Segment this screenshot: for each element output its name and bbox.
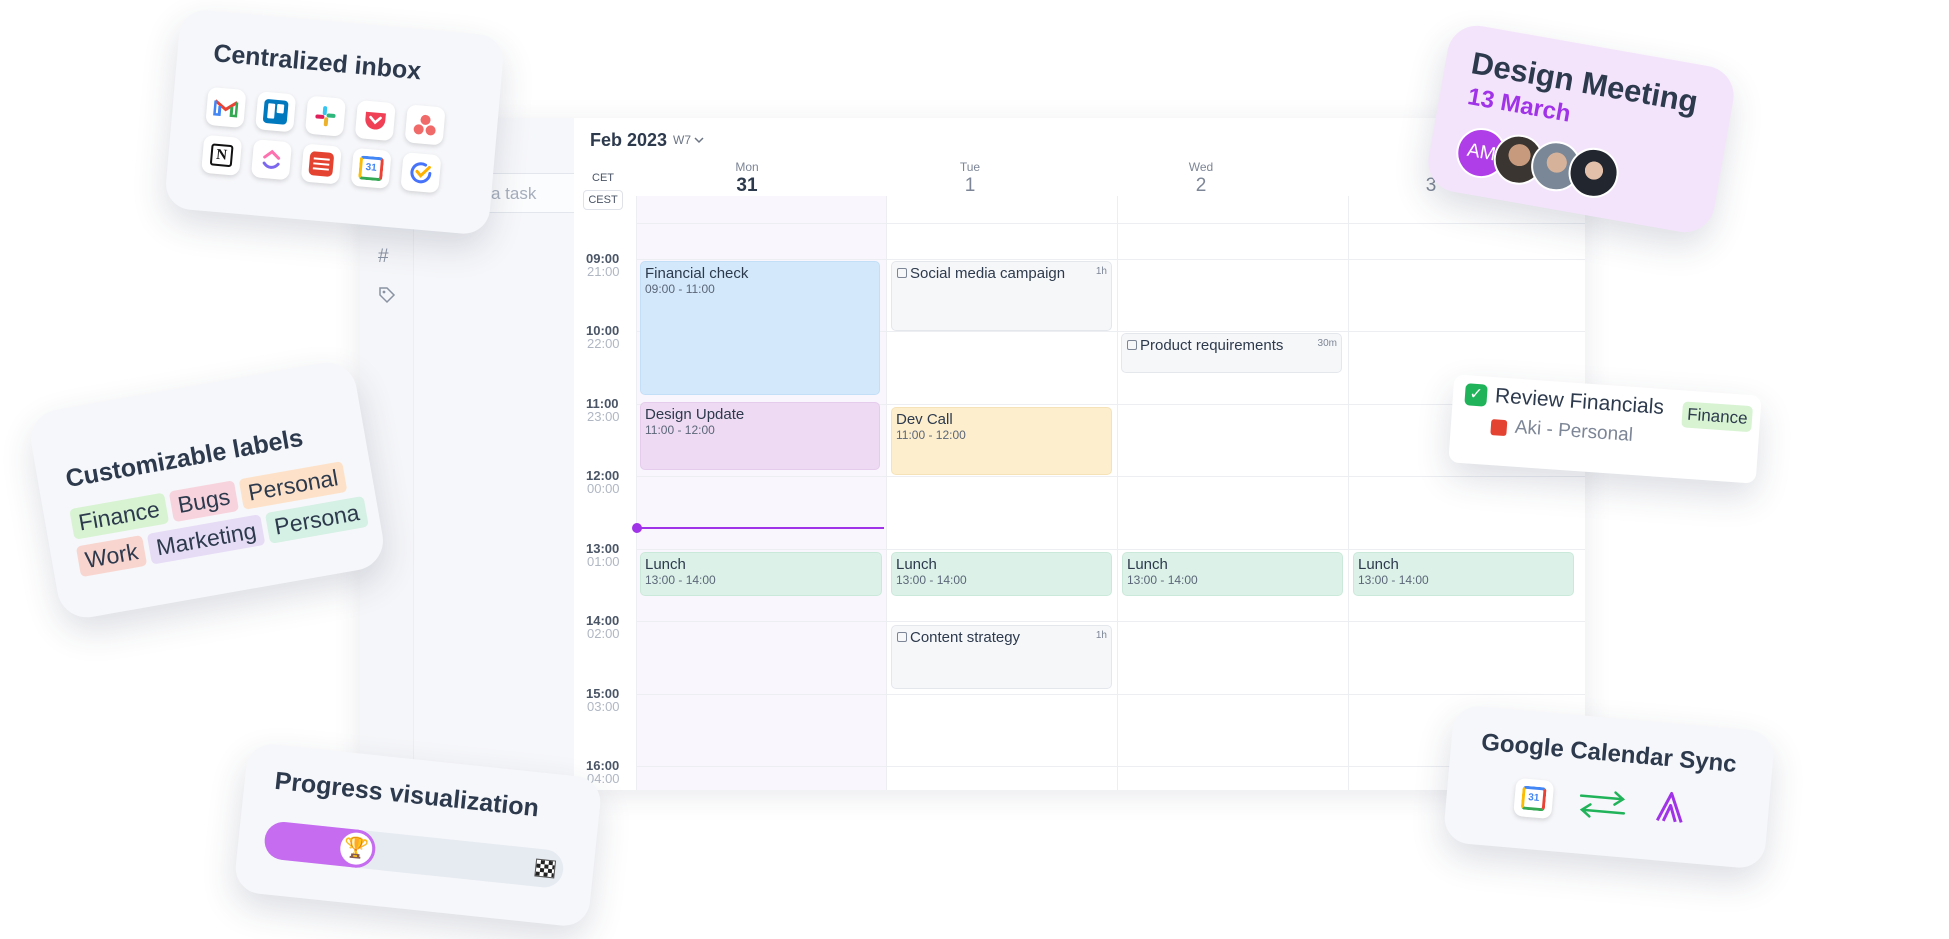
event-lunch[interactable]: Lunch 13:00 - 14:00 [1122,552,1343,596]
task-duration: 30m [1317,338,1337,349]
chevron-down-icon [694,137,704,144]
todoist-icon [300,143,342,185]
task-duration: 1h [1095,266,1107,277]
event-dev-call[interactable]: Dev Call 11:00 - 12:00 [891,407,1112,475]
time-label-secondary: 23:00 [587,409,620,424]
event-design-update[interactable]: Design Update 11:00 - 12:00 [640,402,880,470]
day-name: Tue [959,160,981,174]
event-title: Lunch [1127,556,1168,573]
event-lunch[interactable]: Lunch 13:00 - 14:00 [640,552,882,596]
event-time: 11:00 - 12:00 [645,423,715,437]
day-number[interactable]: 31 [722,175,772,197]
event-title: Lunch [645,556,686,573]
grid-line [636,549,1585,550]
current-time-line [636,527,884,529]
sync-arrows-icon [1579,791,1626,818]
task-duration: 1h [1095,630,1107,641]
month-title[interactable]: Feb 2023 [590,130,667,151]
task-checkbox[interactable] [1127,340,1137,350]
task-product-requirements[interactable]: Product requirements 30m [1121,333,1342,373]
event-time: 13:00 - 14:00 [896,573,967,587]
calendar-grid: Feb 2023 W7 CET CEST Mon 31 Tue 1 Wed 2 … [574,118,1585,790]
grid-line [636,196,637,790]
event-time: 13:00 - 14:00 [1358,573,1429,587]
task-source: Aki - Personal [1514,416,1634,446]
attendee-list: AM [1452,124,1623,202]
google-calendar-icon: 31 [350,147,392,189]
event-title: Dev Call [896,411,953,428]
notion-icon: N [201,134,243,176]
google-calendar-sync-card: Google Calendar Sync 31 [1442,704,1776,870]
time-label-secondary: 03:00 [587,699,620,714]
tag-icon[interactable] [378,286,396,304]
week-selector[interactable]: W7 [673,133,704,147]
customizable-labels-card: Customizable labels Finance Bugs Personal … [26,357,388,623]
grid-line [636,476,1585,477]
grid-line [636,259,1585,260]
grid-line [1348,196,1349,790]
event-lunch[interactable]: Lunch 13:00 - 14:00 [1353,552,1574,596]
task-title: Social media campaign [910,265,1066,282]
trello-icon [255,91,297,133]
pocket-icon [354,99,396,142]
google-calendar-icon: 31 [1513,777,1555,820]
label-bugs[interactable]: Bugs [168,480,240,523]
app-icon-grid: N 31 [201,86,477,196]
time-label-secondary: 22:00 [587,336,620,351]
hashtag-icon[interactable]: # [378,246,389,268]
clickup-icon [250,139,293,181]
todoist-icon [1490,419,1508,437]
calendar-app-window: # x a task Feb 2023 W7 CET CEST Mon 31 T… [360,118,1585,790]
day-name: Wed [1188,160,1214,174]
progress-bar: 🏆 [262,820,566,890]
grid-line [636,621,1585,622]
time-label-secondary: 00:00 [587,481,620,496]
slack-icon [304,95,347,137]
grid-line [1117,196,1118,790]
grid-line [886,196,887,790]
grid-line [636,694,1585,695]
event-financial-check[interactable]: Financial check 09:00 - 11:00 [640,261,880,395]
checkmark-icon[interactable]: ✓ [1464,383,1488,407]
grid-line [636,223,1585,224]
event-time: 11:00 - 12:00 [896,428,966,442]
task-social-media-campaign[interactable]: Social media campaign 1h [891,261,1112,331]
grid-line [636,766,1585,767]
timezone-primary: CET [592,172,614,184]
task-title: Review Financials [1494,384,1665,420]
card-title: Progress visualization [273,766,541,823]
time-label-secondary: 21:00 [587,264,620,279]
time-label-secondary: 01:00 [587,554,620,569]
finish-flag-icon [534,858,557,879]
event-time: 09:00 - 11:00 [645,282,715,296]
gmail-icon [205,86,247,129]
label-finance[interactable]: Finance [1681,401,1754,433]
event-title: Financial check [645,265,749,282]
event-title: Lunch [1358,556,1399,573]
akiflow-logo-icon [1655,791,1683,823]
task-content-strategy[interactable]: Content strategy 1h [891,625,1112,689]
card-title: Centralized inbox [212,39,423,86]
task-checkbox[interactable] [897,632,907,642]
centralized-inbox-card: Centralized inbox N 31 [163,8,506,236]
day-number[interactable]: 1 [945,175,995,197]
task-checkbox[interactable] [897,268,907,278]
task-title: Product requirements [1140,337,1284,354]
card-title: Google Calendar Sync [1480,728,1738,778]
event-time: 13:00 - 14:00 [1127,573,1198,587]
event-time: 13:00 - 14:00 [645,573,716,587]
time-label-secondary: 02:00 [587,626,620,641]
task-title: Content strategy [910,629,1021,646]
event-title: Design Update [645,406,745,423]
event-lunch[interactable]: Lunch 13:00 - 14:00 [891,552,1112,596]
day-number[interactable]: 2 [1176,175,1226,197]
day-name: Mon [735,160,759,174]
event-title: Lunch [896,556,937,573]
asana-icon [404,104,446,146]
current-time-dot [632,523,642,533]
ticktick-icon [400,152,442,194]
timezone-secondary[interactable]: CEST [583,190,623,210]
week-label: W7 [673,133,691,147]
